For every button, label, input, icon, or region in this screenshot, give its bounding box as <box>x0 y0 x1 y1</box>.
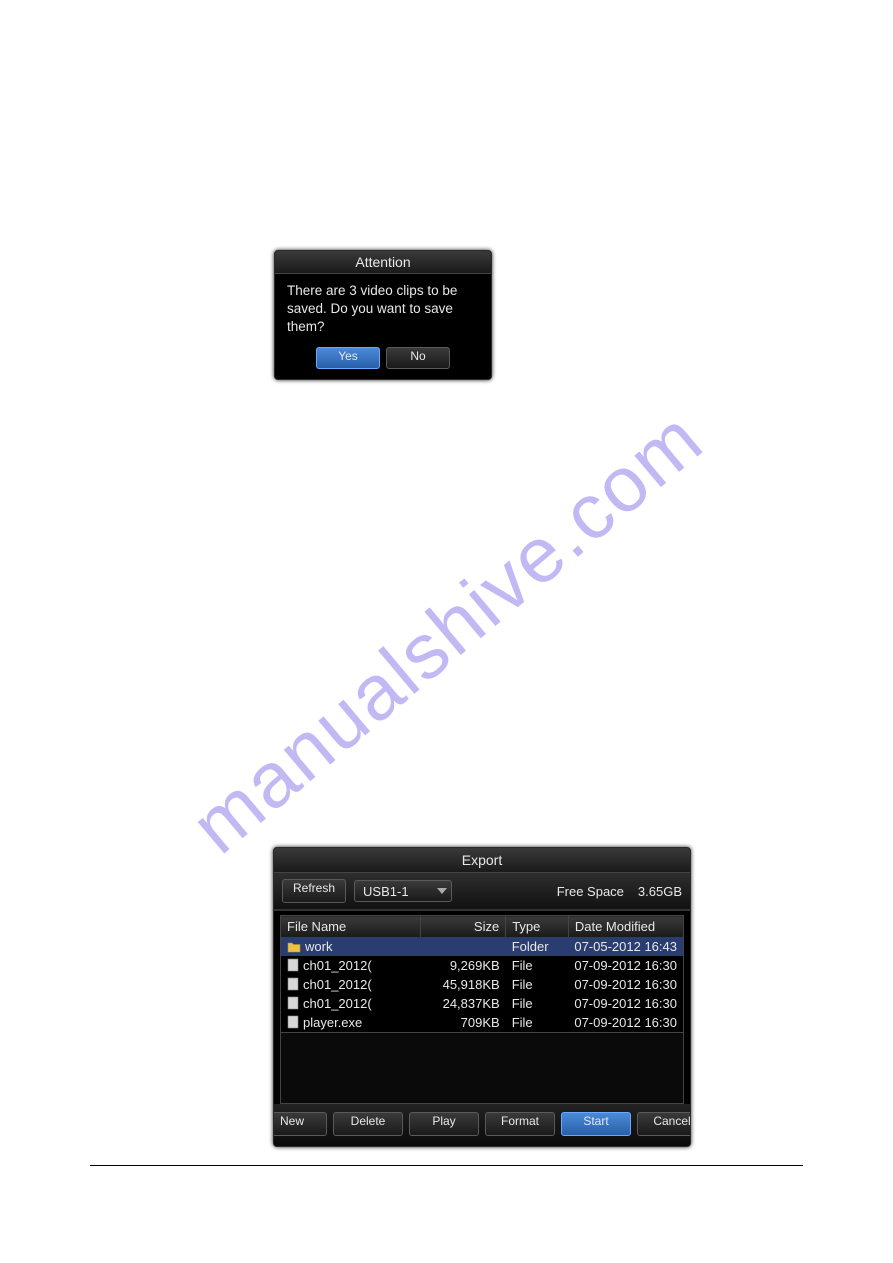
file-icon <box>287 996 299 1010</box>
start-button[interactable]: Start <box>561 1112 631 1136</box>
column-header-size[interactable]: Size <box>420 916 506 938</box>
file-date-cell: 07-09-2012 16:30 <box>568 994 683 1013</box>
file-date-cell: 07-09-2012 16:30 <box>568 956 683 975</box>
file-name-text: ch01_2012( <box>303 977 372 992</box>
file-icon <box>287 1015 299 1029</box>
file-type-cell: File <box>506 994 569 1013</box>
free-space-value: 3.65GB <box>638 884 682 899</box>
file-size-cell: 709KB <box>420 1013 506 1033</box>
export-footer: New Delete Play Format Start Cancel <box>274 1104 690 1146</box>
export-dialog: Export Refresh USB1-1 Free Space 3.65GB … <box>273 847 691 1147</box>
yes-button[interactable]: Yes <box>316 347 380 369</box>
column-header-name[interactable]: File Name <box>281 916 421 938</box>
file-name-cell: ch01_2012( <box>281 994 421 1013</box>
file-name-cell: player.exe <box>281 1013 421 1033</box>
table-row[interactable]: ch01_2012( 45,918KBFile07-09-2012 16:30 <box>281 975 684 994</box>
chevron-down-icon <box>437 888 447 894</box>
file-icon <box>287 977 299 991</box>
file-table-empty-area <box>280 1033 684 1104</box>
watermark-text: manualshive.com <box>173 392 719 871</box>
file-name-cell: ch01_2012( <box>281 975 421 994</box>
file-name-cell: work <box>281 937 421 956</box>
attention-message: There are 3 video clips to be saved. Do … <box>275 274 491 343</box>
file-date-cell: 07-05-2012 16:43 <box>568 937 683 956</box>
file-name-text: work <box>305 939 332 954</box>
cancel-button[interactable]: Cancel <box>637 1112 691 1136</box>
page-divider <box>90 1165 803 1166</box>
export-toolbar: Refresh USB1-1 Free Space 3.65GB <box>274 873 690 911</box>
export-title: Export <box>274 848 690 873</box>
file-type-cell: File <box>506 1013 569 1033</box>
file-icon <box>287 958 299 972</box>
table-row[interactable]: ch01_2012( 24,837KBFile07-09-2012 16:30 <box>281 994 684 1013</box>
new-button[interactable]: New <box>273 1112 327 1136</box>
attention-dialog: Attention There are 3 video clips to be … <box>274 250 492 380</box>
file-date-cell: 07-09-2012 16:30 <box>568 1013 683 1033</box>
table-row[interactable]: player.exe 709KBFile07-09-2012 16:30 <box>281 1013 684 1033</box>
folder-icon <box>287 941 301 953</box>
file-size-cell: 9,269KB <box>420 956 506 975</box>
file-size-cell: 24,837KB <box>420 994 506 1013</box>
file-table-header-row: File Name Size Type Date Modified <box>281 916 684 938</box>
format-button[interactable]: Format <box>485 1112 555 1136</box>
file-table: File Name Size Type Date Modified work Fo… <box>280 915 684 1033</box>
file-name-text: ch01_2012( <box>303 958 372 973</box>
file-type-cell: Folder <box>506 937 569 956</box>
attention-button-row: Yes No <box>275 343 491 379</box>
delete-button[interactable]: Delete <box>333 1112 403 1136</box>
column-header-date[interactable]: Date Modified <box>568 916 683 938</box>
file-size-cell <box>420 937 506 956</box>
file-name-cell: ch01_2012( <box>281 956 421 975</box>
free-space-label: Free Space <box>557 884 624 899</box>
no-button[interactable]: No <box>386 347 450 369</box>
file-name-text: player.exe <box>303 1015 362 1030</box>
refresh-button[interactable]: Refresh <box>282 879 346 903</box>
column-header-type[interactable]: Type <box>506 916 569 938</box>
device-dropdown[interactable]: USB1-1 <box>354 880 452 902</box>
play-button[interactable]: Play <box>409 1112 479 1136</box>
file-name-text: ch01_2012( <box>303 996 372 1011</box>
file-date-cell: 07-09-2012 16:30 <box>568 975 683 994</box>
table-row[interactable]: work Folder07-05-2012 16:43 <box>281 937 684 956</box>
file-type-cell: File <box>506 956 569 975</box>
file-type-cell: File <box>506 975 569 994</box>
attention-title: Attention <box>275 251 491 274</box>
file-size-cell: 45,918KB <box>420 975 506 994</box>
device-dropdown-value: USB1-1 <box>363 884 409 899</box>
table-row[interactable]: ch01_2012( 9,269KBFile07-09-2012 16:30 <box>281 956 684 975</box>
